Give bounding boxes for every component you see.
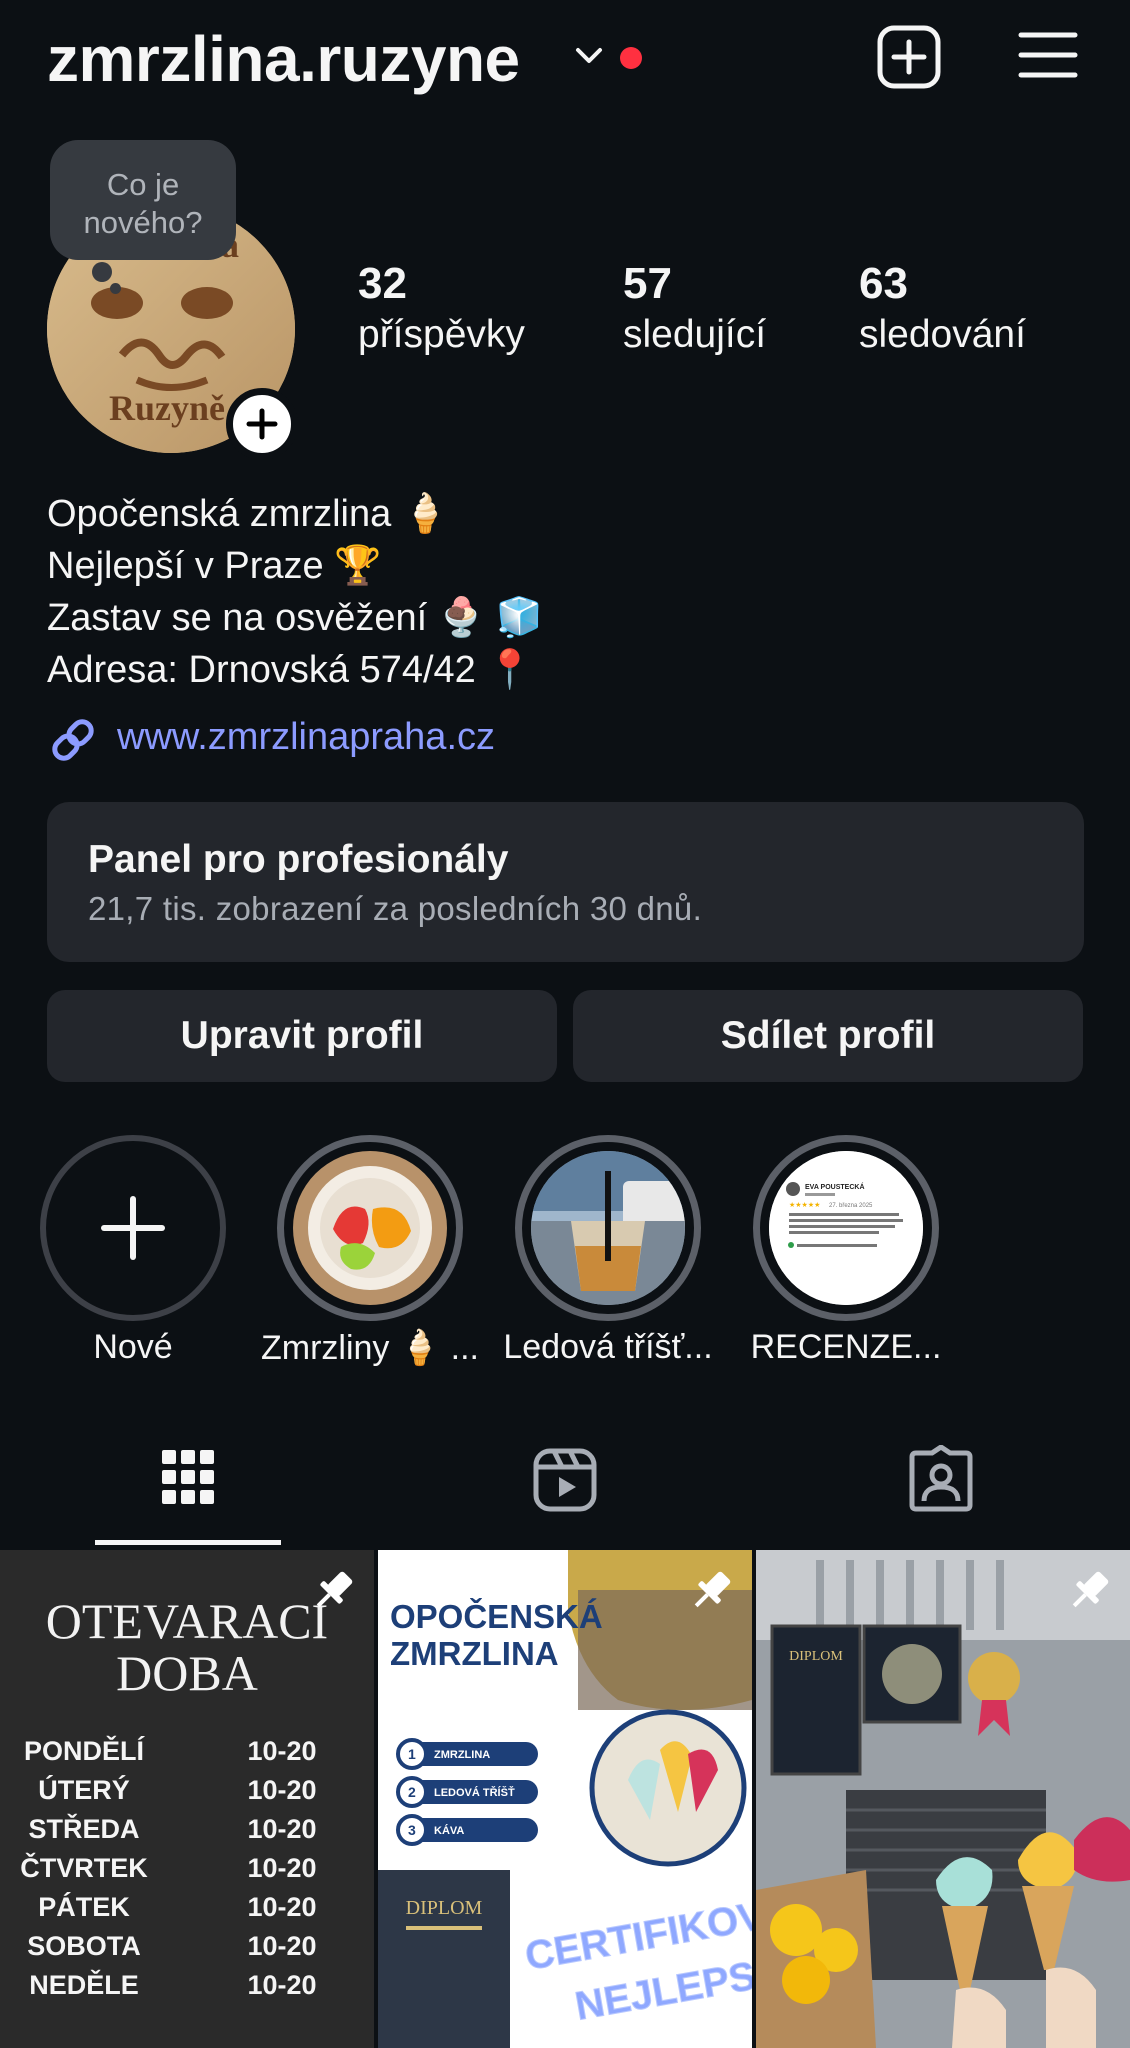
stat-value: 63 [859, 259, 908, 308]
tagged-tab-icon[interactable] [908, 1445, 974, 1513]
profile-bio: Opočenská zmrzlina 🍦 Nejlepší v Praze 🏆 … [47, 488, 543, 696]
bio-line: Zastav se na osvěžení 🍨 🧊 [47, 597, 543, 639]
note-bubble[interactable]: Co je nového? [50, 140, 236, 260]
pin-icon [316, 1571, 353, 1608]
post-tile-ice-cream-photo[interactable]: DIPLOM [756, 1550, 1130, 2048]
svg-text:ÚTERÝ: ÚTERÝ [38, 1774, 130, 1805]
top-bar: zmrzlina.ruzyne [0, 0, 1130, 120]
highlight-label: RECENZE... [750, 1328, 942, 1366]
link-url: www.zmrzlinapraha.cz [117, 716, 495, 758]
post-tile-opocenska[interactable]: OPOČENSKÁ ZMRZLINA 1 ZMRZLINA 2 LEDOVÁ TŘÍ… [378, 1550, 752, 2048]
svg-text:NEDĚLE: NEDĚLE [29, 1969, 139, 2000]
notification-dot [620, 47, 642, 69]
stat-followers[interactable]: 57 sledující [623, 258, 766, 360]
stat-label: sledující [623, 313, 767, 356]
svg-text:OPOČENSKÁ: OPOČENSKÁ [390, 1597, 603, 1635]
create-post-icon[interactable] [876, 24, 942, 90]
highlight-new[interactable] [40, 1135, 226, 1321]
svg-text:10-20: 10-20 [247, 1775, 316, 1805]
svg-text:3: 3 [408, 1822, 416, 1838]
bio-line: Adresa: Drnovská 574/42 📍 [47, 649, 534, 691]
reels-tab-icon[interactable] [532, 1445, 598, 1513]
svg-text:STŘEDA: STŘEDA [28, 1813, 139, 1844]
panel-title: Panel pro profesionály [88, 838, 509, 881]
svg-text:PÁTEK: PÁTEK [38, 1891, 130, 1922]
stat-value: 57 [623, 259, 672, 308]
post-image: OTEVARACI DOBA PONDĚLÍ 10-20 ÚTERÝ 10-20 S… [0, 1550, 374, 2048]
svg-text:Ruzyně: Ruzyně [109, 388, 225, 428]
account-username[interactable]: zmrzlina.ruzyne [47, 22, 520, 96]
pin-icon [1072, 1571, 1109, 1608]
bio-line: Opočenská zmrzlina 🍦 [47, 493, 450, 535]
stat-label: příspěvky [358, 313, 525, 356]
note-text: Co je nového? [83, 167, 203, 240]
highlight-cover-image [531, 1151, 685, 1305]
stat-following[interactable]: 63 sledování [859, 258, 1026, 360]
svg-text:10-20: 10-20 [247, 1736, 316, 1766]
svg-text:1: 1 [408, 1746, 416, 1762]
svg-text:10-20: 10-20 [247, 1970, 316, 2000]
svg-text:10-20: 10-20 [247, 1853, 316, 1883]
highlight-label: Zmrzliny 🍦 ... [261, 1329, 479, 1367]
highlight-cover-image [293, 1151, 447, 1305]
svg-text:10-20: 10-20 [247, 1931, 316, 1961]
svg-text:27. března 2025: 27. března 2025 [829, 1203, 873, 1209]
professional-dashboard[interactable]: Panel pro profesionály 21,7 tis. zobraze… [47, 802, 1084, 962]
svg-text:SOBOTA: SOBOTA [27, 1931, 141, 1961]
svg-text:PONDĚLÍ: PONDĚLÍ [24, 1735, 146, 1766]
highlight-label: Nové [93, 1328, 173, 1366]
highlight-ice-cream[interactable] [277, 1135, 463, 1321]
stat-posts[interactable]: 32 příspěvky [358, 258, 525, 360]
svg-text:DIPLOM: DIPLOM [789, 1649, 843, 1664]
link-icon [52, 719, 94, 761]
highlight-label: Ledová tříšť... [503, 1328, 713, 1366]
svg-text:10-20: 10-20 [247, 1892, 316, 1922]
plus-icon [246, 408, 278, 440]
highlight-cover-image: EVA POUSTECKÁ ★★★★★ 27. března 2025 [769, 1151, 923, 1305]
highlight-ring: EVA POUSTECKÁ ★★★★★ 27. března 2025 [753, 1135, 939, 1321]
note-tail [92, 262, 112, 282]
note-tail-small [110, 283, 121, 294]
svg-text:ZMRZLINA: ZMRZLINA [390, 1635, 559, 1672]
edit-profile-button[interactable]: Upravit profil [47, 990, 557, 1082]
svg-text:ZMRZLINA: ZMRZLINA [434, 1749, 490, 1761]
bio-line: Nejlepší v Praze 🏆 [47, 545, 382, 587]
stat-label: sledování [859, 313, 1026, 356]
active-tab-indicator [95, 1540, 281, 1545]
highlight-reviews[interactable]: EVA POUSTECKÁ ★★★★★ 27. března 2025 [753, 1135, 939, 1321]
svg-text:LEDOVÁ TŘÍŠŤ: LEDOVÁ TŘÍŠŤ [434, 1786, 515, 1799]
menu-icon[interactable] [1018, 30, 1078, 80]
grid-posts-tab-icon[interactable] [159, 1445, 217, 1513]
plus-icon [101, 1196, 165, 1260]
svg-text:★★★★★: ★★★★★ [789, 1201, 820, 1209]
add-story-button[interactable] [226, 388, 298, 460]
highlight-slush[interactable] [515, 1135, 701, 1321]
post-image: DIPLOM [756, 1550, 1130, 2048]
post-image: OPOČENSKÁ ZMRZLINA 1 ZMRZLINA 2 LEDOVÁ TŘÍ… [378, 1550, 752, 2048]
highlight-ring [277, 1135, 463, 1321]
svg-text:OTEVARACI: OTEVARACI [46, 1593, 328, 1649]
post-tile-opening-hours[interactable]: OTEVARACI DOBA PONDĚLÍ 10-20 ÚTERÝ 10-20 S… [0, 1550, 374, 2048]
share-profile-button[interactable]: Sdílet profil [573, 990, 1083, 1082]
svg-text:ČTVRTEK: ČTVRTEK [20, 1852, 148, 1883]
svg-text:EVA POUSTECKÁ: EVA POUSTECKÁ [805, 1182, 865, 1191]
chevron-down-icon[interactable] [574, 46, 604, 66]
highlight-ring [515, 1135, 701, 1321]
svg-text:2: 2 [408, 1784, 416, 1800]
pin-icon [694, 1571, 731, 1608]
svg-text:DIPLOM: DIPLOM [406, 1897, 483, 1919]
panel-subtitle: 21,7 tis. zobrazení za posledních 30 dnů… [88, 890, 703, 927]
svg-text:KÁVA: KÁVA [434, 1824, 464, 1837]
highlight-ring [40, 1135, 226, 1321]
svg-text:10-20: 10-20 [247, 1814, 316, 1844]
stat-value: 32 [358, 259, 407, 308]
svg-text:DOBA: DOBA [116, 1645, 258, 1701]
